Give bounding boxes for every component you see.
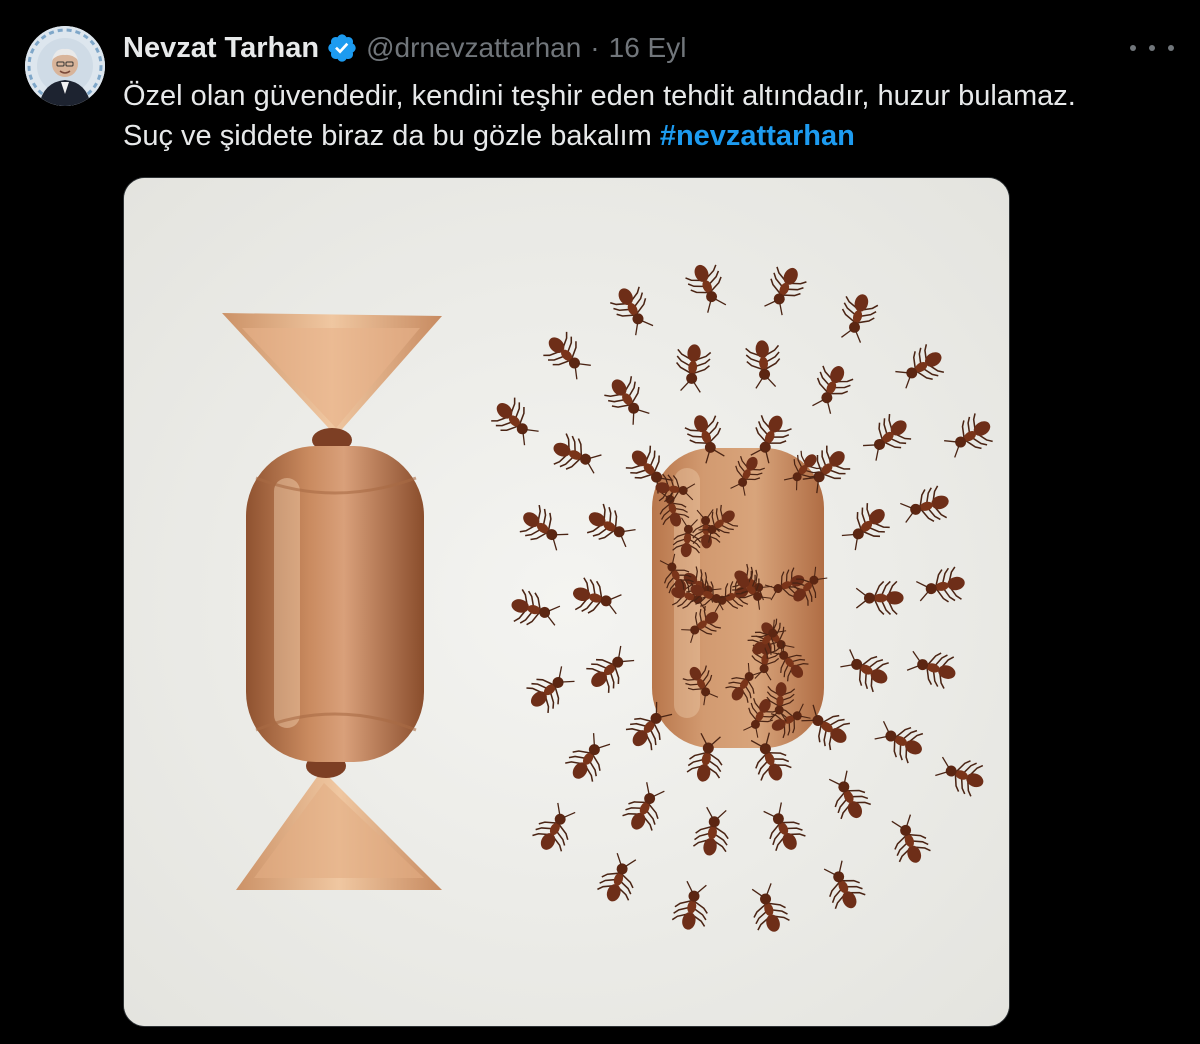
more-dot	[1130, 45, 1136, 51]
tweet-text-line-1: Özel olan güvendedir, kendini teşhir ede…	[123, 80, 1076, 112]
hashtag-link[interactable]: #nevzattarhan	[660, 120, 855, 152]
tweet-article[interactable]: Nevzat Tarhan @drnevzattarhan · 16 Eyl Ö…	[0, 0, 1200, 1044]
tweet-date[interactable]: 16 Eyl	[609, 32, 687, 64]
more-dot	[1149, 45, 1155, 51]
tweet-media-photo[interactable]	[123, 177, 1010, 1027]
more-dot	[1168, 45, 1174, 51]
author-handle[interactable]: @drnevzattarhan	[366, 32, 581, 64]
tweet-header: Nevzat Tarhan @drnevzattarhan · 16 Eyl	[123, 28, 686, 68]
author-name[interactable]: Nevzat Tarhan	[123, 32, 319, 65]
more-horizontal-icon[interactable]	[1130, 36, 1174, 60]
author-avatar[interactable]	[25, 26, 105, 106]
tweet-text-line-2-body: Suç ve şiddete biraz da bu gözle bakalım	[123, 120, 660, 152]
candy-ants-photo	[124, 178, 1009, 1026]
tweet-text-line-2: Suç ve şiddete biraz da bu gözle bakalım…	[123, 116, 1183, 156]
avatar-photo	[25, 26, 105, 106]
verified-badge-icon[interactable]	[326, 32, 358, 64]
tweet-text: Özel olan güvendedir, kendini teşhir ede…	[123, 76, 1183, 156]
header-separator: ·	[590, 32, 600, 63]
